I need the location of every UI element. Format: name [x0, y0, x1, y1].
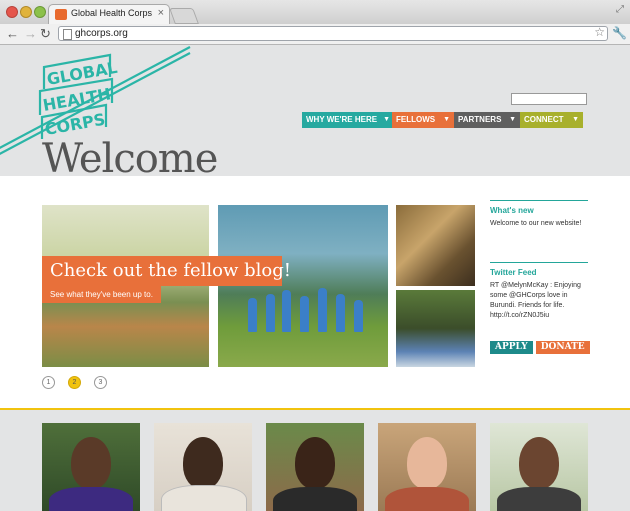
nav-label: FELLOWS	[396, 115, 436, 124]
fellow-shoulders	[161, 485, 247, 511]
nav-label: WHY WE'RE HERE	[306, 115, 378, 124]
page-title: Welcome	[42, 136, 218, 176]
fellow-photo[interactable]	[42, 423, 140, 511]
twitter-feed: Twitter Feed RT @MelynMcKay : Enjoying s…	[490, 262, 588, 321]
browser-tab[interactable]: Global Health Corps ×	[48, 4, 170, 24]
nav-label: CONNECT	[524, 115, 564, 124]
dancer-figure	[318, 288, 327, 332]
bookmark-star-icon[interactable]: ☆	[594, 25, 605, 39]
fellow-photo[interactable]	[490, 423, 588, 511]
fellow-shoulders	[49, 487, 133, 511]
reload-icon[interactable]: ↻	[40, 26, 51, 42]
site-search-input[interactable]	[511, 93, 587, 105]
dancer-figure	[266, 294, 275, 332]
tab-title: Global Health Corps	[71, 8, 153, 18]
nav-partners[interactable]: PARTNERS ▼	[454, 112, 520, 128]
new-tab-button[interactable]	[169, 8, 199, 24]
nav-fellows[interactable]: FELLOWS ▼	[392, 112, 454, 128]
caret-down-icon: ▼	[383, 116, 391, 123]
fellow-photo[interactable]	[378, 423, 476, 511]
fellows-strip	[0, 410, 630, 511]
twitter-heading: Twitter Feed	[490, 262, 588, 277]
fellow-shoulders	[273, 487, 357, 511]
dancer-figure	[248, 298, 257, 332]
sidebar: What's new Welcome to our new website! T…	[490, 200, 590, 354]
nav-connect[interactable]: CONNECT ▼	[520, 112, 583, 128]
fellow-face	[295, 437, 335, 489]
fellow-blog-banner[interactable]: Check out the fellow blog!	[42, 256, 291, 286]
fellow-blog-subtitle[interactable]: See what they've been up to.	[42, 286, 161, 303]
site-header: GLOBAL HEALTH CORPS WHY WE'RE HERE ▼ FEL…	[0, 45, 630, 176]
fellow-face	[183, 437, 223, 489]
dancer-figure	[354, 300, 363, 332]
slider-page-2[interactable]: 2	[68, 376, 81, 389]
browser-toolbar: ← → ↻ ghcorps.org ☆ 🔧	[0, 24, 630, 45]
slider-page-3[interactable]: 3	[94, 376, 107, 389]
mother-child-photo[interactable]	[396, 290, 475, 367]
fellow-photo[interactable]	[154, 423, 252, 511]
address-bar[interactable]: ghcorps.org ☆	[58, 25, 608, 41]
tab-close-icon[interactable]: ×	[158, 7, 164, 19]
logo-text: GLOBAL HEALTH CORPS	[41, 58, 118, 139]
forward-arrow-icon[interactable]: →	[24, 26, 37, 41]
nav-why-were-here[interactable]: WHY WE'RE HERE ▼	[302, 112, 392, 128]
zoom-window-button[interactable]	[34, 6, 46, 18]
nav-label: PARTNERS	[458, 115, 502, 124]
main-content: Check out the fellow blog! See what they…	[0, 176, 630, 408]
whats-new-heading: What's new	[490, 200, 588, 215]
wrench-icon[interactable]: 🔧	[612, 26, 627, 40]
main-navigation: WHY WE'RE HERE ▼ FELLOWS ▼ PARTNERS ▼ CO…	[302, 112, 583, 128]
dancer-figure	[336, 294, 345, 332]
cta-buttons: APPLY DONATE	[490, 341, 590, 354]
close-window-button[interactable]	[6, 6, 18, 18]
dancers-photo[interactable]	[218, 205, 388, 367]
fellow-face	[519, 437, 559, 489]
dancer-figure	[282, 290, 291, 332]
browser-title-bar: Global Health Corps × ⤢	[0, 0, 630, 24]
minimize-window-button[interactable]	[20, 6, 32, 18]
back-arrow-icon[interactable]: ←	[6, 26, 19, 41]
caret-down-icon: ▼	[509, 116, 516, 123]
dancer-figure	[300, 296, 309, 332]
goat-photo[interactable]	[396, 205, 475, 286]
fullscreen-icon[interactable]: ⤢	[616, 4, 624, 15]
fellow-face	[71, 437, 111, 489]
favicon-icon	[55, 9, 67, 20]
slider-pager: 1 2 3	[42, 376, 107, 389]
fellow-shoulders	[385, 487, 469, 511]
fellow-shoulders	[497, 487, 581, 511]
whats-new-text: Welcome to our new website!	[490, 220, 582, 227]
apply-button[interactable]: APPLY	[490, 341, 533, 354]
caret-down-icon: ▼	[572, 116, 579, 123]
url-text[interactable]: ghcorps.org	[75, 28, 128, 39]
donate-button[interactable]: DONATE	[535, 341, 590, 354]
fellow-photo[interactable]	[266, 423, 364, 511]
tweet-text[interactable]: RT @MelynMcKay : Enjoying some @GHCorps …	[490, 281, 588, 321]
slider-page-1[interactable]: 1	[42, 376, 55, 389]
fellow-face	[407, 437, 447, 489]
page-icon	[63, 29, 72, 40]
caret-down-icon: ▼	[443, 116, 450, 123]
